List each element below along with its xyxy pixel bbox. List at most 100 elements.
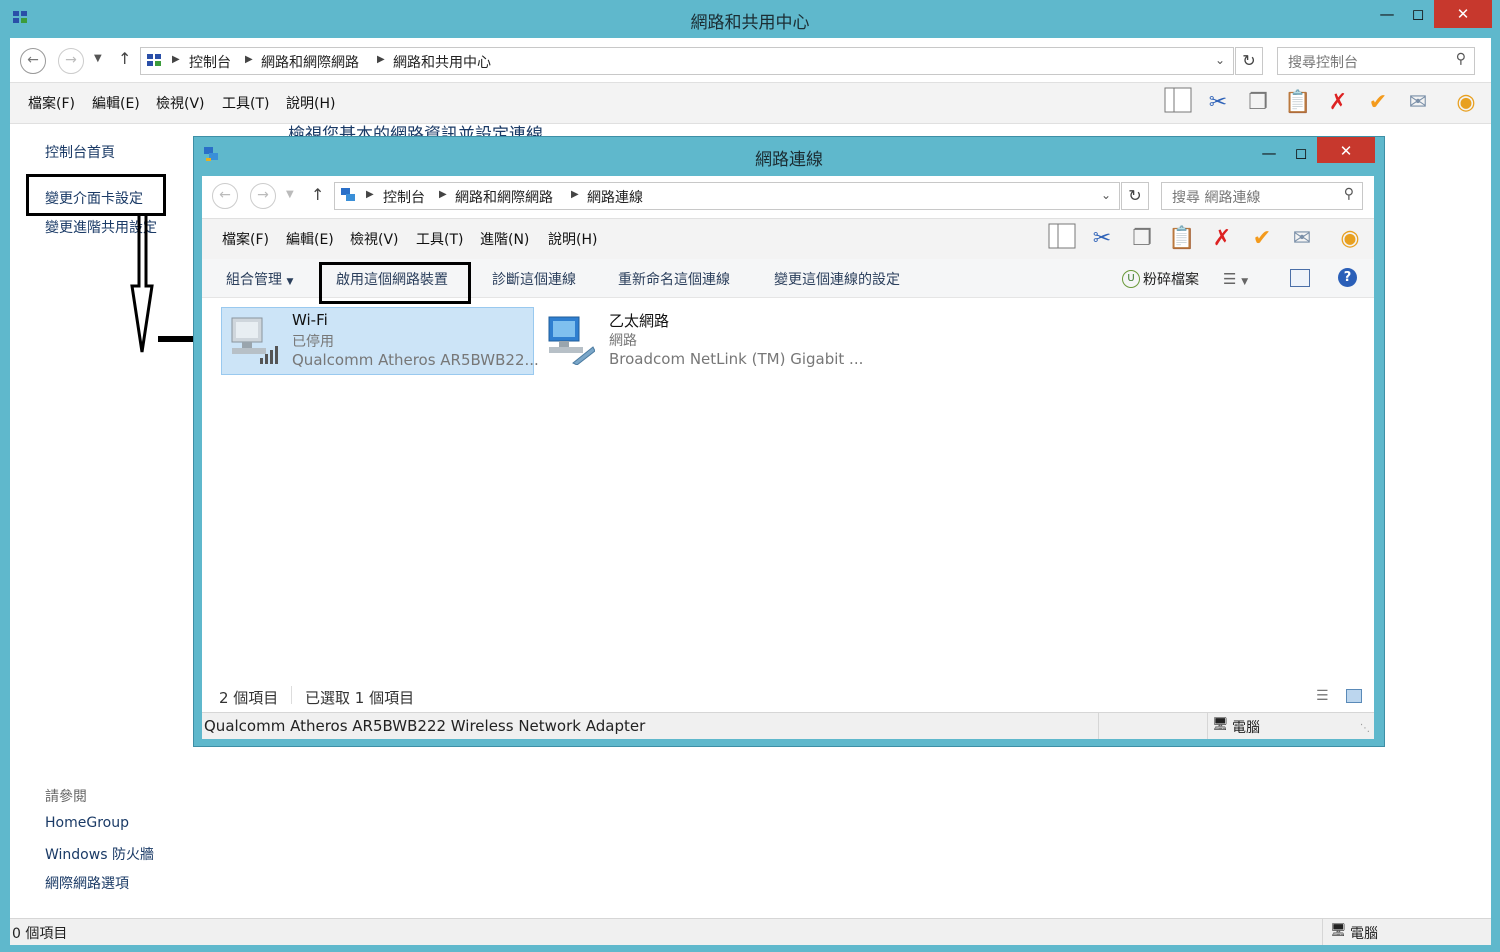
count-divider [291, 686, 292, 704]
inner-location-label: 電腦 [1232, 720, 1260, 736]
see-also-internet-options[interactable]: 網際網路選項 [45, 873, 129, 893]
search-input[interactable]: 搜尋控制台 ⚲ [1277, 47, 1475, 75]
shred-button[interactable]: 粉碎檔案 [1143, 269, 1199, 289]
organize-button[interactable]: 組合管理 ▼ [226, 269, 293, 289]
list-item-wifi[interactable]: Wi-Fi 已停用 Qualcomm Atheros AR5BWB22... [221, 307, 539, 375]
inner-search-input[interactable]: 搜尋 網路連線 ⚲ [1161, 182, 1363, 210]
see-also-firewall[interactable]: Windows 防火牆 [45, 844, 154, 864]
inner-forward-icon[interactable]: → [250, 183, 276, 209]
properties-icon[interactable]: ✉ [1402, 87, 1434, 119]
item-name: 乙太網路 [609, 312, 670, 330]
see-also-homegroup[interactable]: HomeGroup [45, 815, 129, 831]
details-view-icon[interactable]: ☰ [1316, 688, 1329, 704]
chevron-down-icon: ▼ [286, 277, 294, 287]
inner-menu-file[interactable]: 檔案(F) [222, 229, 269, 249]
inner-paste-icon[interactable]: 📋 [1166, 223, 1198, 255]
layout-pane-icon[interactable] [1162, 87, 1194, 119]
breadcrumb-item[interactable]: 控制台 [189, 52, 231, 72]
search-placeholder: 搜尋控制台 [1288, 55, 1358, 71]
menu-help[interactable]: 說明(H) [286, 93, 335, 113]
inner-shell-icon[interactable]: ◉ [1334, 223, 1366, 255]
address-dropdown-icon[interactable]: ⌄ [1215, 53, 1225, 67]
preview-pane-icon[interactable] [1290, 269, 1310, 287]
sidebar-link-home[interactable]: 控制台首頁 [45, 142, 115, 162]
organize-label: 組合管理 [226, 272, 282, 288]
up-icon[interactable]: ↑ [118, 49, 131, 68]
breadcrumb-sep-icon: ▶ [439, 189, 447, 200]
inner-address-bar[interactable]: ▶ 控制台 ▶ 網路和網際網路 ▶ 網路連線 ⌄ [334, 182, 1120, 210]
inner-close-button[interactable]: ✕ [1317, 137, 1375, 163]
change-settings-button[interactable]: 變更這個連線的設定 [774, 269, 900, 289]
cut-icon[interactable]: ✂ [1202, 87, 1234, 119]
rename-button[interactable]: 重新命名這個連線 [618, 269, 730, 289]
copy-icon[interactable]: ❐ [1242, 87, 1274, 119]
menu-file[interactable]: 檔案(F) [28, 93, 75, 113]
selected-device-name: Qualcomm Atheros AR5BWB222 Wireless Netw… [204, 717, 646, 735]
inner-cut-icon[interactable]: ✂ [1086, 223, 1118, 255]
inner-menu-advanced[interactable]: 進階(N) [480, 229, 529, 249]
help-icon[interactable]: ? [1338, 268, 1357, 287]
inner-computer-icon: 🖥 [1212, 717, 1229, 732]
shell-icon[interactable]: ◉ [1450, 87, 1482, 119]
inner-back-icon[interactable]: ← [212, 183, 238, 209]
menu-bar: 檔案(F) 編輯(E) 檢視(V) 工具(T) 說明(H) ✂ ❐ 📋 ✗ ✔ … [10, 82, 1491, 124]
computer-icon: 🖥 [1330, 923, 1347, 938]
paste-icon[interactable]: 📋 [1282, 87, 1314, 119]
menu-edit[interactable]: 編輯(E) [92, 93, 140, 113]
inner-window-body: ← → ▼ ↑ ▶ 控制台 ▶ 網路和網際網路 ▶ 網路連線 ⌄ ↻ 搜尋 網路… [202, 176, 1374, 739]
outer-window-title: 網路和共用中心 [690, 13, 810, 33]
inner-status-bar: Qualcomm Atheros AR5BWB222 Wireless Netw… [202, 712, 1374, 739]
list-item-ethernet[interactable]: 乙太網路 網路 Broadcom NetLink (TM) Gigabit ..… [539, 307, 869, 373]
inner-refresh-icon[interactable]: ↻ [1121, 182, 1149, 210]
inner-menu-view[interactable]: 檢視(V) [350, 229, 399, 249]
highlight-box-enable [319, 262, 471, 304]
highlight-box-adapter [26, 174, 166, 216]
forward-icon[interactable]: → [58, 48, 84, 74]
delete-icon[interactable]: ✗ [1322, 87, 1354, 119]
outer-status-bar: 0 個項目 🖥 電腦 [10, 918, 1491, 945]
inner-checkmark-icon[interactable]: ✔ [1246, 223, 1278, 255]
inner-copy-icon[interactable]: ❐ [1126, 223, 1158, 255]
inner-layout-pane-icon[interactable] [1046, 223, 1078, 255]
breadcrumb-item[interactable]: 網路和共用中心 [393, 52, 491, 72]
recent-dropdown-icon[interactable]: ▼ [94, 53, 102, 64]
inner-menu-edit[interactable]: 編輯(E) [286, 229, 334, 249]
breadcrumb-sep-icon: ▶ [366, 189, 374, 200]
inner-address-dropdown-icon[interactable]: ⌄ [1101, 188, 1111, 202]
item-name: Wi-Fi [292, 311, 328, 329]
breadcrumb-item[interactable]: 網路和網際網路 [261, 52, 359, 72]
page-heading: 檢視您基本的網路資訊並設定連線 [288, 125, 543, 136]
address-bar[interactable]: ▶ 控制台 ▶ 網路和網際網路 ▶ 網路和共用中心 ⌄ [140, 47, 1234, 75]
menu-view[interactable]: 檢視(V) [156, 93, 205, 113]
view-options-icon[interactable]: ☰ ▼ [1223, 270, 1248, 288]
outer-titlebar: 網路和共用中心 — ◻ ✕ [0, 0, 1500, 38]
inner-menu-help[interactable]: 說明(H) [548, 229, 597, 249]
status-divider [1098, 713, 1099, 739]
inner-breadcrumb-item[interactable]: 網路連線 [587, 187, 643, 207]
wifi-adapter-icon [231, 317, 278, 364]
inner-up-icon[interactable]: ↑ [311, 185, 324, 204]
page-heading-clip: 檢視您基本的網路資訊並設定連線 [288, 124, 608, 136]
back-icon[interactable]: ← [20, 48, 46, 74]
inner-properties-icon[interactable]: ✉ [1286, 223, 1318, 255]
large-icons-view-icon[interactable] [1346, 689, 1362, 703]
inner-recent-dropdown-icon[interactable]: ▼ [286, 189, 294, 200]
menu-tools[interactable]: 工具(T) [222, 93, 269, 113]
resize-grip-icon[interactable]: ⋱ [1360, 723, 1370, 734]
inner-breadcrumb-item[interactable]: 控制台 [383, 187, 425, 207]
inner-menu-tools[interactable]: 工具(T) [416, 229, 463, 249]
breadcrumb-sep-icon: ▶ [172, 54, 180, 65]
diagnose-button[interactable]: 診斷這個連線 [492, 269, 576, 289]
close-button[interactable]: ✕ [1434, 0, 1492, 28]
checkmark-icon[interactable]: ✔ [1362, 87, 1394, 119]
status-divider [1322, 919, 1323, 945]
breadcrumb-sep-icon: ▶ [245, 54, 253, 65]
breadcrumb-sep-icon: ▶ [377, 54, 385, 65]
item-device: Qualcomm Atheros AR5BWB22... [292, 351, 539, 369]
inner-delete-icon[interactable]: ✗ [1206, 223, 1238, 255]
item-count: 2 個項目 [219, 689, 279, 707]
outer-location-label: 電腦 [1350, 926, 1378, 942]
inner-search-icon: ⚲ [1343, 186, 1354, 202]
inner-breadcrumb-item[interactable]: 網路和網際網路 [455, 187, 553, 207]
refresh-icon[interactable]: ↻ [1235, 47, 1263, 75]
